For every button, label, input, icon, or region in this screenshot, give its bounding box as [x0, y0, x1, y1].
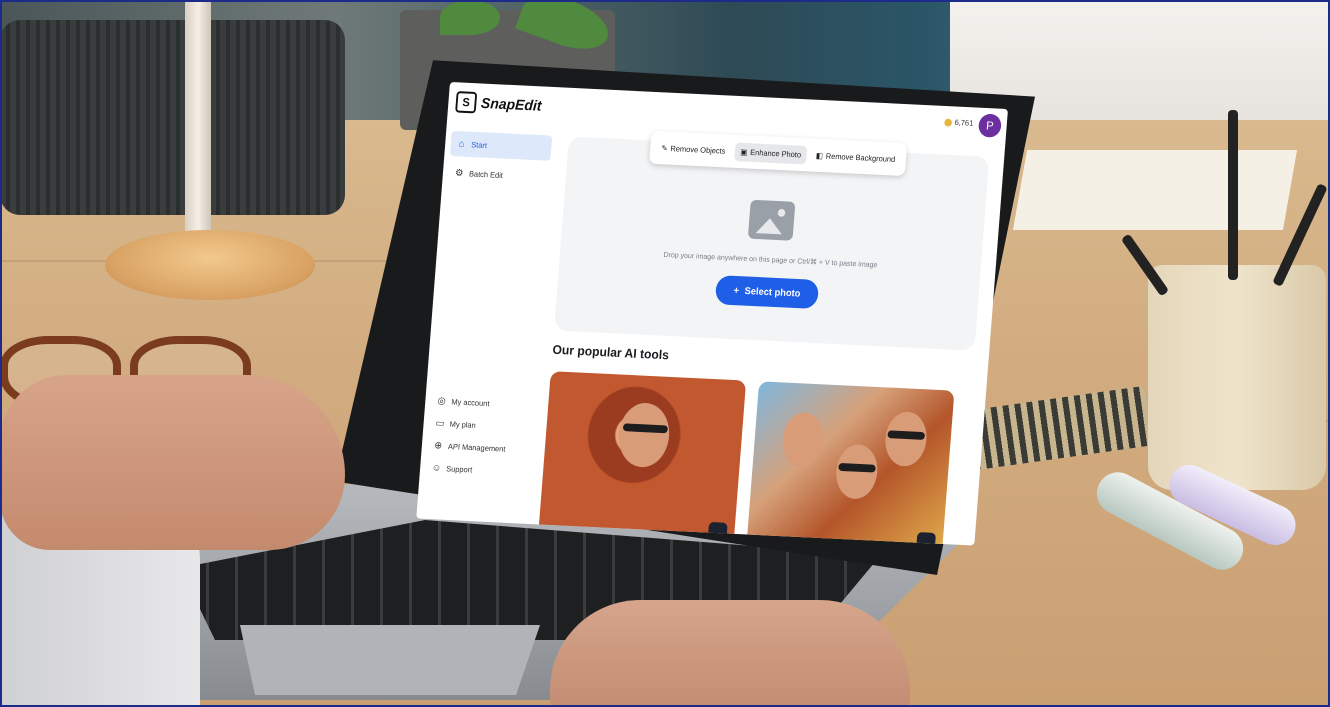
plan-icon: ▭	[435, 417, 445, 429]
home-icon: ⌂	[458, 138, 465, 150]
main-content: Drop your image anywhere on this page or…	[535, 127, 1003, 546]
image-placeholder-icon	[747, 199, 796, 241]
credit-balance[interactable]: 6,761	[944, 118, 974, 128]
sidebar-item-label: Batch Edit	[468, 169, 504, 180]
coin-icon	[944, 118, 953, 127]
background-icon: ◧	[815, 150, 824, 160]
avatar[interactable]: P	[977, 113, 1002, 138]
sidebar-item-label: Support	[445, 463, 473, 474]
plus-icon: +	[733, 285, 740, 297]
sidebar-item-label: API Management	[447, 441, 506, 454]
sidebar-item-label: Start	[470, 140, 488, 150]
tab-label: Enhance Photo	[749, 147, 802, 159]
select-photo-button[interactable]: + Select photo	[714, 275, 820, 310]
card-tool-icon[interactable]	[707, 521, 728, 543]
pen	[1228, 110, 1238, 280]
enhance-icon: ▣	[740, 147, 748, 157]
tool-card-group-photo[interactable]	[746, 381, 955, 546]
tab-enhance-photo[interactable]: ▣ Enhance Photo	[734, 142, 808, 164]
card-photo-face	[616, 401, 672, 469]
card-photo-face	[780, 411, 826, 469]
pen-holder-cup	[1148, 265, 1326, 490]
account-icon: ◎	[437, 395, 447, 407]
tab-label: Remove Background	[825, 151, 896, 164]
snapedit-app: S SnapEdit 6,761 P ⌂ Start ⚙ Batch Edit	[416, 82, 1008, 546]
tab-remove-background[interactable]: ◧ Remove Background	[810, 146, 902, 169]
tab-remove-objects[interactable]: ✎ Remove Objects	[655, 138, 732, 160]
sidebar-item-batch-edit[interactable]: ⚙ Batch Edit	[448, 160, 550, 190]
app-name: SnapEdit	[480, 94, 543, 115]
office-desk-scene: S SnapEdit 6,761 P ⌂ Start ⚙ Batch Edit	[0, 0, 1330, 707]
sidebar-item-label: My account	[451, 397, 490, 408]
speaker	[0, 20, 345, 215]
select-photo-label: Select photo	[744, 285, 801, 300]
laptop-screen: S SnapEdit 6,761 P ⌂ Start ⚙ Batch Edit	[416, 70, 1010, 580]
sidebar-item-label: My plan	[449, 419, 477, 430]
upload-hint: Drop your image anywhere on this page or…	[663, 250, 878, 270]
snapedit-logo-icon: S	[455, 91, 478, 114]
plant-leaf	[440, 0, 500, 35]
right-hand	[550, 600, 910, 707]
paper-sheet	[1012, 150, 1298, 230]
batch-icon: ⚙	[454, 167, 464, 179]
left-hand	[0, 375, 345, 550]
section-title: Our popular AI tools	[551, 342, 670, 363]
sidebar-item-support[interactable]: ☺ Support	[425, 455, 527, 485]
eraser-icon: ✎	[661, 143, 669, 153]
lamp-pole	[185, 0, 211, 245]
support-icon: ☺	[431, 462, 442, 474]
sidebar-item-start[interactable]: ⌂ Start	[449, 130, 553, 161]
card-tool-icon[interactable]	[915, 532, 937, 546]
lamp-base	[105, 230, 315, 300]
tab-label: Remove Objects	[670, 143, 726, 156]
tool-card-portrait[interactable]	[537, 371, 747, 546]
credit-count: 6,761	[954, 118, 974, 128]
api-icon: ⊕	[433, 440, 443, 452]
laptop-trackpad	[240, 625, 540, 695]
